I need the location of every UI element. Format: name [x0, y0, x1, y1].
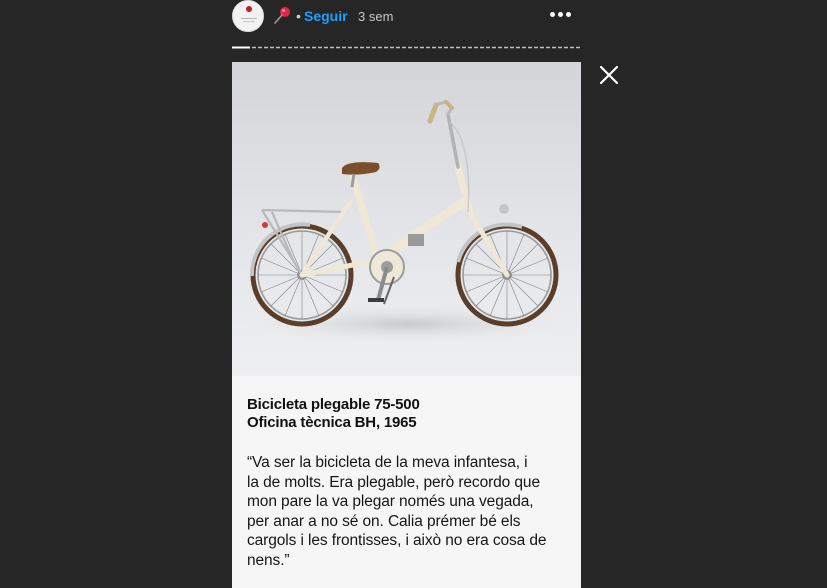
quote-line: “Va ser la bicicleta de la meva infantes… [247, 454, 528, 471]
quote-line: la de molts. Era plegable, però recordo … [247, 473, 540, 491]
story-card[interactable]: Bicicleta plegable 75-500 Oficina tècnic… [232, 62, 581, 588]
header-separator: • [296, 8, 301, 24]
quote-line: cargols i les frontisses, i això no era … [247, 532, 547, 549]
quote-line: mon pare la va plegar només una vegada, [247, 493, 534, 510]
avatar-logo-line [243, 21, 255, 22]
caption-title-line: Oficina tècnica BH, 1965 [247, 414, 417, 431]
quote-line: nens.” [247, 551, 290, 569]
avatar-logo-line [241, 18, 257, 19]
story-caption: Bicicleta plegable 75-500 Oficina tècnic… [232, 376, 581, 588]
more-options-icon[interactable] [550, 12, 572, 18]
story-progress-bar [232, 46, 581, 49]
close-icon[interactable] [598, 64, 620, 86]
caption-title-line: Bicicleta plegable 75-500 [247, 396, 420, 413]
story-timestamp: 3 sem [358, 9, 394, 24]
follow-button[interactable]: Seguir [304, 8, 348, 24]
quote-line: per anar a no sé on. Calia prémer bé els [247, 512, 521, 530]
caption-quote: “Va ser la bicicleta de la meva infantes… [247, 453, 572, 570]
pin-icon [274, 7, 290, 24]
bicycle-photo [232, 62, 581, 376]
account-avatar[interactable] [232, 0, 264, 32]
caption-title: Bicicleta plegable 75-500 Oficina tècnic… [247, 396, 567, 432]
avatar-logo-mark [246, 6, 252, 12]
story-header: • Seguir 3 sem [232, 0, 581, 34]
headlight [499, 204, 509, 214]
